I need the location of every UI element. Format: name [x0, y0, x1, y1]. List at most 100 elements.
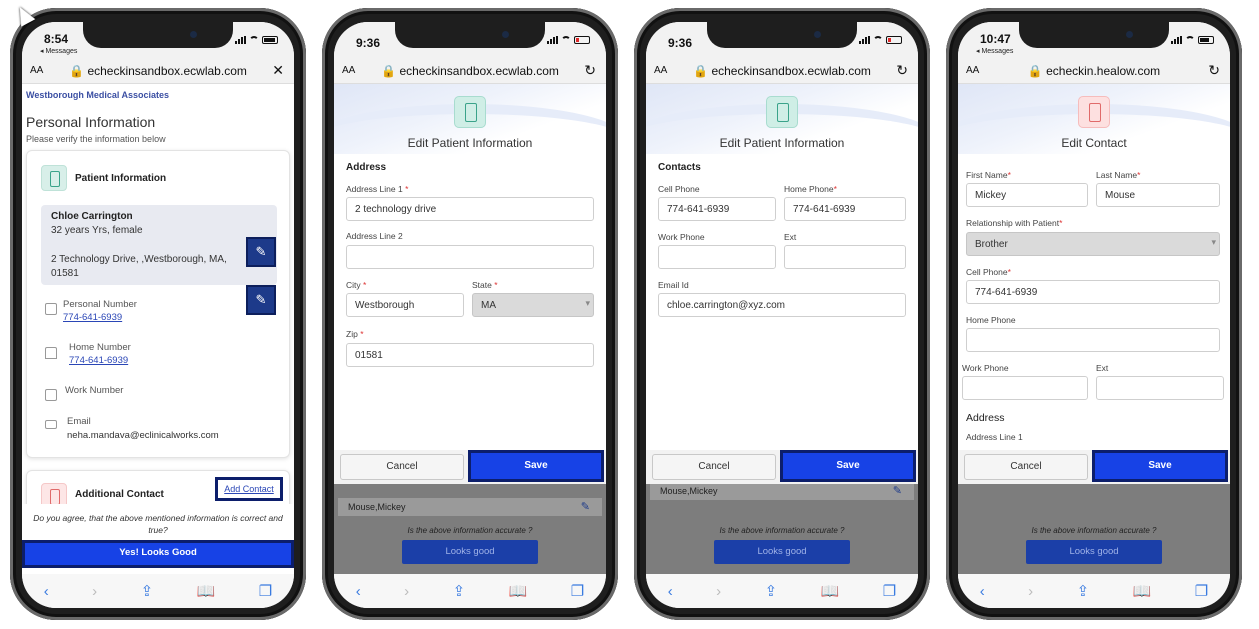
url-bar[interactable]: AA 🔒 echeckinsandbox.ecwlab.com ↻ [646, 58, 918, 84]
save-button[interactable]: Save [1092, 450, 1228, 482]
phone-1: 8:54 ◂ Messages AA 🔒 echeckinsandbox.ecw… [10, 8, 306, 620]
address-line-1-label: Address Line 1 * [346, 184, 409, 194]
home-phone-input[interactable]: 774-641-6939 [784, 197, 906, 221]
notch [707, 22, 857, 48]
section-title: Address [346, 162, 387, 173]
tabs-icon[interactable]: ❐ [571, 582, 584, 600]
status-time: 8:54 [44, 32, 69, 46]
ext-input[interactable] [784, 245, 906, 269]
home-number-link[interactable]: 774-641-6939 [69, 355, 128, 366]
state-label: State * [472, 280, 498, 290]
bookmarks-icon[interactable]: 📖 [509, 582, 528, 600]
tabs-icon[interactable]: ❐ [883, 582, 896, 600]
mobile-icon [45, 303, 57, 315]
building-icon [45, 389, 57, 401]
share-icon[interactable]: ⇪ [453, 582, 466, 600]
safari-toolbar: ‹ › ⇪ 📖 ❐ [958, 574, 1230, 608]
back-to-messages[interactable]: ◂ Messages [976, 47, 1013, 55]
address-line-2-input[interactable] [346, 245, 594, 269]
share-icon[interactable]: ⇪ [765, 582, 778, 600]
cell-phone-input[interactable]: 774-641-6939 [658, 197, 776, 221]
forward-icon[interactable]: › [92, 583, 97, 600]
address-line-1-input[interactable]: 2 technology drive [346, 197, 594, 221]
back-icon[interactable]: ‹ [980, 583, 985, 600]
reload-icon[interactable]: ↻ [896, 62, 908, 79]
last-name-input[interactable]: Mouse [1096, 183, 1220, 207]
background-overlay: Mouse,Mickey ✎ Is the above information a… [646, 476, 918, 574]
forward-icon[interactable]: › [1028, 583, 1033, 600]
back-icon[interactable]: ‹ [44, 583, 49, 600]
url-bar[interactable]: AA 🔒 echeckin.healow.com ↻ [958, 58, 1230, 84]
email-input[interactable]: chloe.carrington@xyz.com [658, 293, 906, 317]
zip-input[interactable]: 01581 [346, 343, 594, 367]
add-contact-button[interactable]: Add Contact [215, 477, 283, 501]
url-text: 🔒 echeckinsandbox.ecwlab.com [693, 64, 871, 78]
share-icon[interactable]: ⇪ [141, 582, 154, 600]
screen-4: 10:47 ◂ Messages AA 🔒 echeckin.healow.co… [958, 22, 1230, 608]
lock-icon: 🔒 [381, 64, 397, 78]
page-content: Edit Patient Information Contacts Cell P… [646, 84, 918, 574]
accuracy-question: Is the above information accurate ? [719, 526, 845, 535]
forward-icon[interactable]: › [716, 583, 721, 600]
ext-label: Ext [1096, 363, 1109, 373]
tabs-icon[interactable]: ❐ [259, 582, 272, 600]
reload-icon[interactable]: ↻ [584, 62, 596, 79]
wifi-icon [873, 36, 883, 44]
cancel-button[interactable]: Cancel [340, 454, 464, 480]
work-phone-input[interactable] [658, 245, 776, 269]
ext-input[interactable] [1096, 376, 1224, 400]
reload-icon[interactable]: ↻ [1208, 62, 1220, 79]
cell-phone-input[interactable]: 774-641-6939 [966, 280, 1220, 304]
home-phone-input[interactable] [966, 328, 1220, 352]
url-bar[interactable]: AA 🔒 echeckinsandbox.ecwlab.com ↻ [334, 58, 606, 84]
bookmarks-icon[interactable]: 📖 [821, 582, 840, 600]
looks-good-button[interactable]: Looks good [714, 540, 850, 564]
city-input[interactable]: Westborough [346, 293, 464, 317]
back-icon[interactable]: ‹ [668, 583, 673, 600]
share-icon[interactable]: ⇪ [1077, 582, 1090, 600]
wifi-icon [1185, 36, 1195, 44]
forward-icon[interactable]: › [404, 583, 409, 600]
status-time: 9:36 [356, 36, 381, 50]
personal-number-link[interactable]: 774-641-6939 [63, 312, 122, 323]
status-time: 10:47 [980, 32, 1011, 46]
ext-label: Ext [784, 232, 797, 242]
last-name-label: Last Name* [1096, 170, 1141, 180]
save-button[interactable]: Save [780, 450, 916, 482]
work-phone-label: Work Phone [962, 363, 1009, 373]
edit-address-button[interactable]: ✎ [246, 237, 276, 267]
looks-good-button[interactable]: Yes! Looks Good [22, 540, 294, 568]
looks-good-button[interactable]: Looks good [1026, 540, 1162, 564]
safari-toolbar: ‹ › ⇪ 📖 ❐ [646, 574, 918, 608]
bookmarks-icon[interactable]: 📖 [197, 582, 216, 600]
close-icon[interactable]: ✕ [272, 62, 284, 79]
tabs-icon[interactable]: ❐ [1195, 582, 1208, 600]
save-button[interactable]: Save [468, 450, 604, 482]
first-name-input[interactable]: Mickey [966, 183, 1088, 207]
signal-icon [547, 36, 558, 44]
notch [83, 22, 233, 48]
back-icon[interactable]: ‹ [356, 583, 361, 600]
state-select[interactable]: MA [472, 293, 594, 317]
background-overlay: Is the above information accurate ? Look… [958, 484, 1230, 574]
cell-phone-label: Cell Phone* [966, 267, 1011, 277]
battery-icon [886, 36, 902, 44]
pencil-icon: ✎ [580, 501, 590, 513]
zip-label: Zip * [346, 329, 364, 339]
email-label: Email [67, 416, 91, 427]
work-phone-input[interactable] [962, 376, 1088, 400]
patient-name: Chloe Carrington [51, 211, 133, 222]
agree-text: Do you agree, that the above mentioned i… [33, 513, 283, 535]
cancel-button[interactable]: Cancel [652, 454, 776, 480]
edit-contacts-button[interactable]: ✎ [246, 285, 276, 315]
cancel-button[interactable]: Cancel [964, 454, 1088, 480]
lock-icon: 🔒 [69, 64, 85, 78]
bookmarks-icon[interactable]: 📖 [1133, 582, 1152, 600]
pencil-icon: ✎ [892, 485, 902, 497]
looks-good-button[interactable]: Looks good [402, 540, 538, 564]
relationship-select[interactable]: Brother [966, 232, 1220, 256]
url-text: 🔒 echeckinsandbox.ecwlab.com [381, 64, 559, 78]
address-line-2-label: Address Line 2 [346, 231, 403, 241]
url-bar[interactable]: AA 🔒 echeckinsandbox.ecwlab.com ✕ [22, 58, 294, 84]
back-to-messages[interactable]: ◂ Messages [40, 47, 77, 55]
